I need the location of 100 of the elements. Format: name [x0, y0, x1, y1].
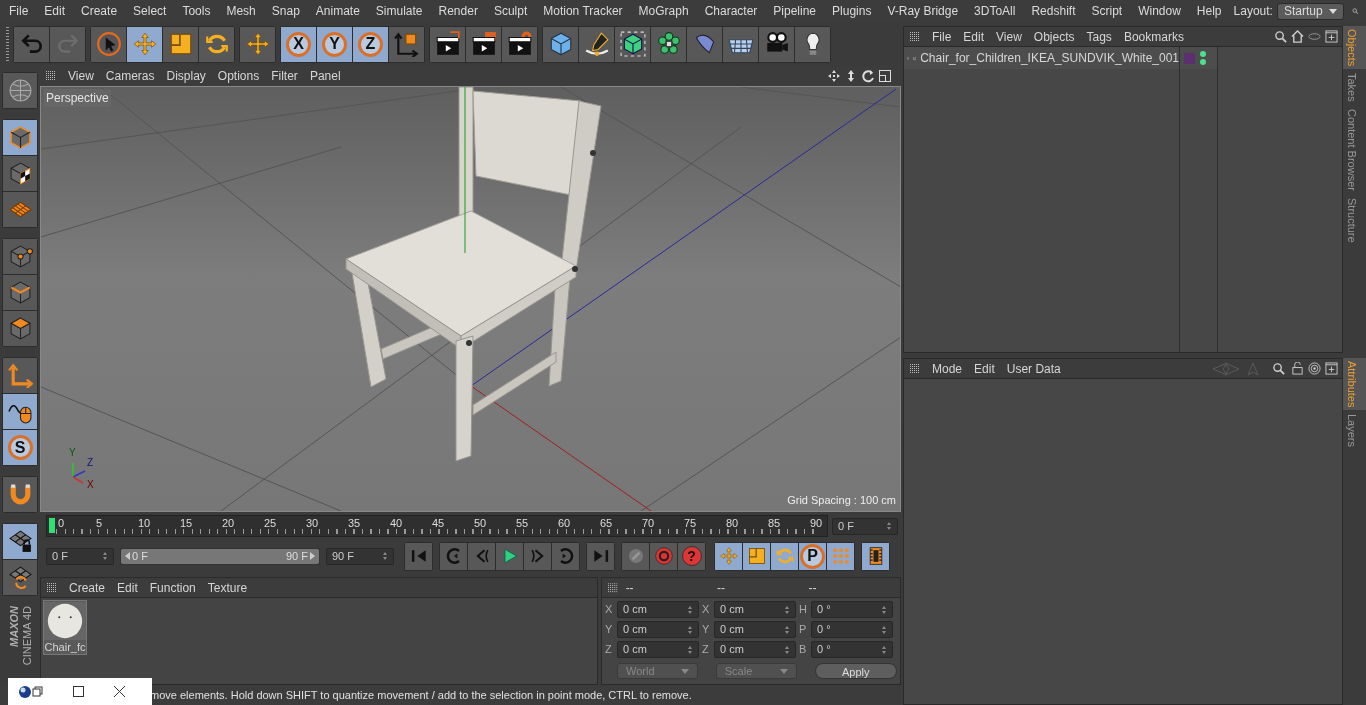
grip-handle[interactable]: [6, 27, 9, 61]
menu-item[interactable]: Snap: [263, 0, 308, 22]
coordinate-field[interactable]: 0 °: [811, 621, 893, 638]
menu-item[interactable]: Bookmarks: [1117, 27, 1190, 46]
menu-item[interactable]: Plugins: [824, 0, 880, 22]
menu-item[interactable]: Sculpt: [485, 0, 536, 22]
menu-item[interactable]: Tools: [174, 0, 219, 22]
menu-item[interactable]: Filter: [265, 67, 304, 85]
timeline-button[interactable]: [862, 542, 889, 570]
coordinate-field[interactable]: 0 cm: [617, 601, 699, 618]
live-selection-button[interactable]: [91, 26, 126, 62]
end-frame-field[interactable]: 90 F: [326, 547, 394, 565]
key-position-button[interactable]: [715, 542, 742, 570]
cube-button[interactable]: [543, 26, 578, 62]
side-tab[interactable]: Objects: [1343, 26, 1366, 70]
cloner-button[interactable]: [651, 26, 686, 62]
edges-mode-button[interactable]: [3, 275, 37, 310]
menu-item[interactable]: Simulate: [367, 0, 431, 22]
timeline-ruler[interactable]: 0 5 10 15 20 25 30 35 40 45 50 55 60 65 70 75 80 85 90: [46, 515, 828, 537]
menu-item[interactable]: Character: [696, 0, 766, 22]
autokey-button[interactable]: [650, 542, 677, 570]
menu-item[interactable]: File: [1, 0, 37, 22]
coordinate-field[interactable]: 0 cm: [714, 601, 796, 618]
magnet-button[interactable]: [3, 477, 37, 512]
coordinate-field[interactable]: 0 cm: [714, 641, 796, 658]
coordinate-field[interactable]: 0 °: [811, 641, 893, 658]
floor-button[interactable]: [723, 26, 758, 62]
record-key-button[interactable]: [622, 542, 649, 570]
menu-item[interactable]: MoGraph: [630, 0, 697, 22]
help-button[interactable]: ?: [678, 542, 705, 570]
workplane-lock-button[interactable]: [3, 524, 37, 559]
menu-item[interactable]: Tags: [1080, 27, 1118, 46]
transform-tool-button[interactable]: [240, 26, 275, 62]
menu-item[interactable]: Options: [211, 67, 266, 85]
axis-lock-button[interactable]: Z: [353, 26, 388, 62]
menu-item[interactable]: Display: [160, 67, 212, 85]
key-point-level-button[interactable]: [827, 542, 854, 570]
menu-item[interactable]: Mode: [926, 359, 969, 378]
layout-dropdown[interactable]: Startup: [1276, 2, 1344, 20]
axis-lock-button[interactable]: X: [281, 26, 316, 62]
menu-item[interactable]: Cameras: [99, 67, 161, 85]
redo-button[interactable]: [50, 26, 85, 62]
pen-button[interactable]: [579, 26, 614, 62]
menu-item[interactable]: Mesh: [218, 0, 264, 22]
menu-item[interactable]: Pipeline: [765, 0, 825, 22]
workplane-align-button[interactable]: [3, 560, 37, 595]
menu-item[interactable]: File: [926, 27, 958, 46]
go-to-end-button[interactable]: [587, 542, 614, 570]
coordinate-field[interactable]: 0 °: [811, 601, 893, 618]
deformer-button[interactable]: [687, 26, 722, 62]
render-settings-button[interactable]: [502, 26, 537, 62]
menu-item[interactable]: Function: [143, 578, 202, 597]
start-frame-field[interactable]: 0 F: [46, 547, 114, 565]
next-key-button[interactable]: [552, 542, 579, 570]
menu-item[interactable]: Motion Tracker: [535, 0, 631, 22]
render-picture-button[interactable]: [466, 26, 501, 62]
current-frame-field[interactable]: 0 F: [832, 517, 898, 535]
menu-item[interactable]: View: [990, 27, 1028, 46]
menu-item[interactable]: Edit: [36, 0, 74, 22]
menu-item[interactable]: Edit: [968, 359, 1001, 378]
menu-item[interactable]: Help: [1188, 0, 1230, 22]
texture-mode-button[interactable]: [3, 156, 37, 191]
go-to-start-button[interactable]: [405, 542, 432, 570]
axis-mode-button[interactable]: [3, 358, 37, 393]
points-mode-button[interactable]: [3, 239, 37, 274]
coordinate-field[interactable]: 0 cm: [714, 621, 796, 638]
play-button[interactable]: [496, 542, 523, 570]
light-button[interactable]: [795, 26, 830, 62]
coordinate-system-button[interactable]: [389, 26, 424, 62]
key-rotation-button[interactable]: [771, 542, 798, 570]
move-tool-button[interactable]: [127, 26, 162, 62]
menu-item[interactable]: View: [62, 67, 100, 85]
key-parameter-button[interactable]: P: [799, 542, 826, 570]
undo-button[interactable]: [14, 26, 49, 62]
menu-item[interactable]: Objects: [1027, 27, 1081, 46]
subdivision-button[interactable]: [615, 26, 650, 62]
menu-item[interactable]: Script: [1083, 0, 1131, 22]
tweak-mode-button[interactable]: [3, 394, 37, 429]
key-scale-button[interactable]: [743, 542, 770, 570]
menu-item[interactable]: Create: [63, 578, 112, 597]
previous-key-button[interactable]: [440, 542, 467, 570]
camera-button[interactable]: [759, 26, 794, 62]
menu-item[interactable]: Edit: [957, 27, 991, 46]
menu-item[interactable]: Edit: [111, 578, 144, 597]
axis-lock-button[interactable]: Y: [317, 26, 352, 62]
coordinate-field[interactable]: 0 cm: [617, 621, 699, 638]
menu-item[interactable]: Redshift: [1023, 0, 1084, 22]
menu-item[interactable]: Window: [1130, 0, 1189, 22]
render-view-button[interactable]: [430, 26, 465, 62]
side-tab[interactable]: Attributes: [1343, 358, 1366, 411]
menu-item[interactable]: Texture: [201, 578, 254, 597]
menu-item[interactable]: User Data: [1000, 359, 1067, 378]
snap-button[interactable]: S: [3, 430, 37, 465]
menu-item[interactable]: Create: [73, 0, 126, 22]
apply-button[interactable]: Apply: [814, 663, 897, 679]
coordinate-field[interactable]: 0 cm: [617, 641, 699, 658]
menu-item[interactable]: Render: [430, 0, 486, 22]
scale-tool-button[interactable]: [163, 26, 198, 62]
polygons-mode-button[interactable]: [3, 311, 37, 346]
menu-item[interactable]: 3DToAll: [966, 0, 1024, 22]
